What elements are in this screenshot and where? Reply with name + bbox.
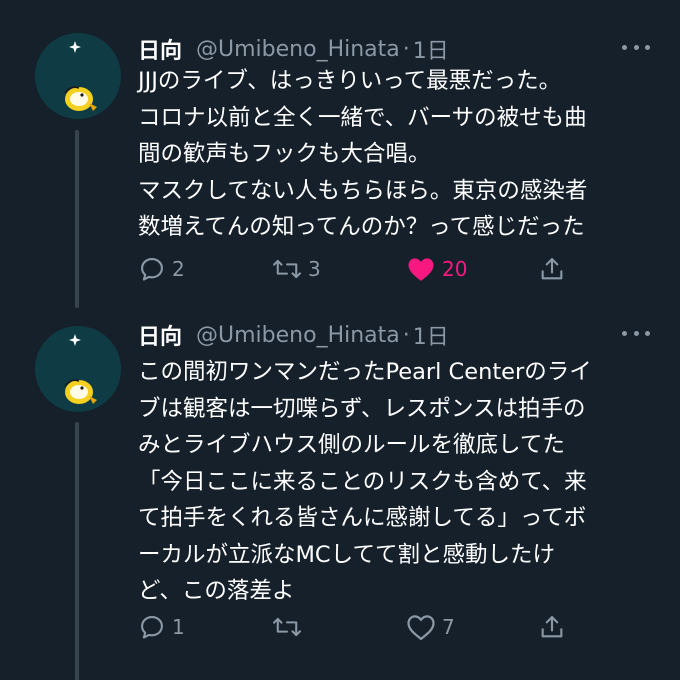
tweet-text-line: みとライブハウス側のルールを徹底してた — [138, 432, 565, 458]
tweet-text-line: マスクしてない人もちらほら。東京の感染者 — [138, 177, 588, 204]
more-options-icon[interactable] — [622, 38, 650, 56]
tweet[interactable]: 日向 @Umibeno_Hinata · 1日 この間初ワンマンだったPearl… — [0, 300, 680, 680]
tweet-text-line: ブは観客は一切喋らず、レスポンスは拍手の — [138, 395, 586, 422]
ellipsis-dot — [645, 44, 650, 50]
share-button[interactable] — [538, 610, 566, 644]
tweet-header: 日向 @Umibeno_Hinata · 1日 — [138, 33, 449, 65]
thread-line — [75, 130, 79, 308]
share-icon — [541, 258, 563, 280]
separator: · — [402, 36, 410, 62]
avatar[interactable] — [35, 326, 121, 412]
tweet-text-line: ど、この落差よ — [138, 578, 295, 604]
ellipsis-dot — [633, 330, 639, 336]
tweet-text: この間初ワンマンだったPearl Centerのライ ブは観客は一切喋らず、レス… — [138, 354, 658, 610]
bird-avatar-icon — [64, 41, 97, 111]
like-button[interactable]: 20 — [406, 252, 467, 286]
avatar[interactable] — [35, 33, 121, 119]
tweet-actions: 1 7 — [138, 610, 578, 644]
reply-button[interactable]: 2 — [138, 252, 185, 286]
tweet-text-line: この間初ワンマンだったPearl Centerのライ — [138, 359, 592, 385]
display-name[interactable]: 日向 — [138, 319, 182, 351]
reply-icon — [141, 616, 163, 639]
retweet-icon — [273, 617, 301, 637]
reply-count: 1 — [172, 615, 185, 639]
tweet-text-line: JJJのライブ、はっきりいって最悪だった。 — [138, 68, 562, 94]
ellipsis-dot — [622, 330, 627, 336]
ellipsis-dot — [645, 330, 650, 336]
share-button[interactable] — [538, 252, 566, 286]
ellipsis-dot — [633, 44, 639, 50]
reply-count: 2 — [172, 257, 185, 281]
reply-icon — [141, 258, 163, 281]
like-count: 7 — [442, 615, 455, 639]
timestamp[interactable]: 1日 — [413, 319, 449, 351]
tweet[interactable]: 日向 @Umibeno_Hinata · 1日 JJJのライブ、はっきりいって最… — [0, 0, 680, 308]
user-handle[interactable]: @Umibeno_Hinata — [196, 323, 400, 348]
thread-line — [75, 422, 79, 680]
share-icon — [541, 616, 563, 638]
retweet-button[interactable] — [272, 610, 308, 644]
heart-icon — [408, 258, 434, 281]
timeline: 日向 @Umibeno_Hinata · 1日 JJJのライブ、はっきりいって最… — [0, 0, 680, 680]
retweet-icon — [273, 259, 301, 279]
heart-icon — [407, 615, 435, 640]
retweet-button[interactable]: 3 — [272, 252, 321, 286]
more-options-icon[interactable] — [622, 324, 650, 342]
tweet-text-line: コロナ以前と全く一緒で、バーサの被せも曲 — [138, 104, 587, 131]
tweet-text-line: 「今日ここに来ることのリスクも含めて、来 — [138, 468, 587, 495]
user-handle[interactable]: @Umibeno_Hinata — [196, 37, 400, 62]
reply-button[interactable]: 1 — [138, 610, 185, 644]
tweet-text-line: て拍手をくれる皆さんに感謝してる」ってボ — [138, 505, 587, 531]
tweet-text: JJJのライブ、はっきりいって最悪だった。 コロナ以前と全く一緒で、バーサの被せ… — [138, 63, 658, 246]
like-count: 20 — [442, 257, 468, 281]
separator: · — [402, 322, 410, 348]
tweet-text-line: ーカルが立派なMCしてて割と感動したけ — [138, 541, 555, 568]
retweet-count: 3 — [308, 257, 321, 281]
tweet-actions: 2 3 20 — [138, 252, 578, 286]
timestamp[interactable]: 1日 — [413, 33, 449, 65]
bird-avatar-icon — [64, 334, 97, 404]
like-button[interactable]: 7 — [406, 610, 455, 644]
tweet-text-line: 間の歓声もフックも大合唱。 — [138, 141, 431, 167]
tweet-header: 日向 @Umibeno_Hinata · 1日 — [138, 319, 449, 351]
tweet-text-line: 数増えてんの知ってんのか？って感じだった — [138, 214, 585, 240]
display-name[interactable]: 日向 — [138, 33, 182, 65]
ellipsis-dot — [622, 44, 627, 50]
